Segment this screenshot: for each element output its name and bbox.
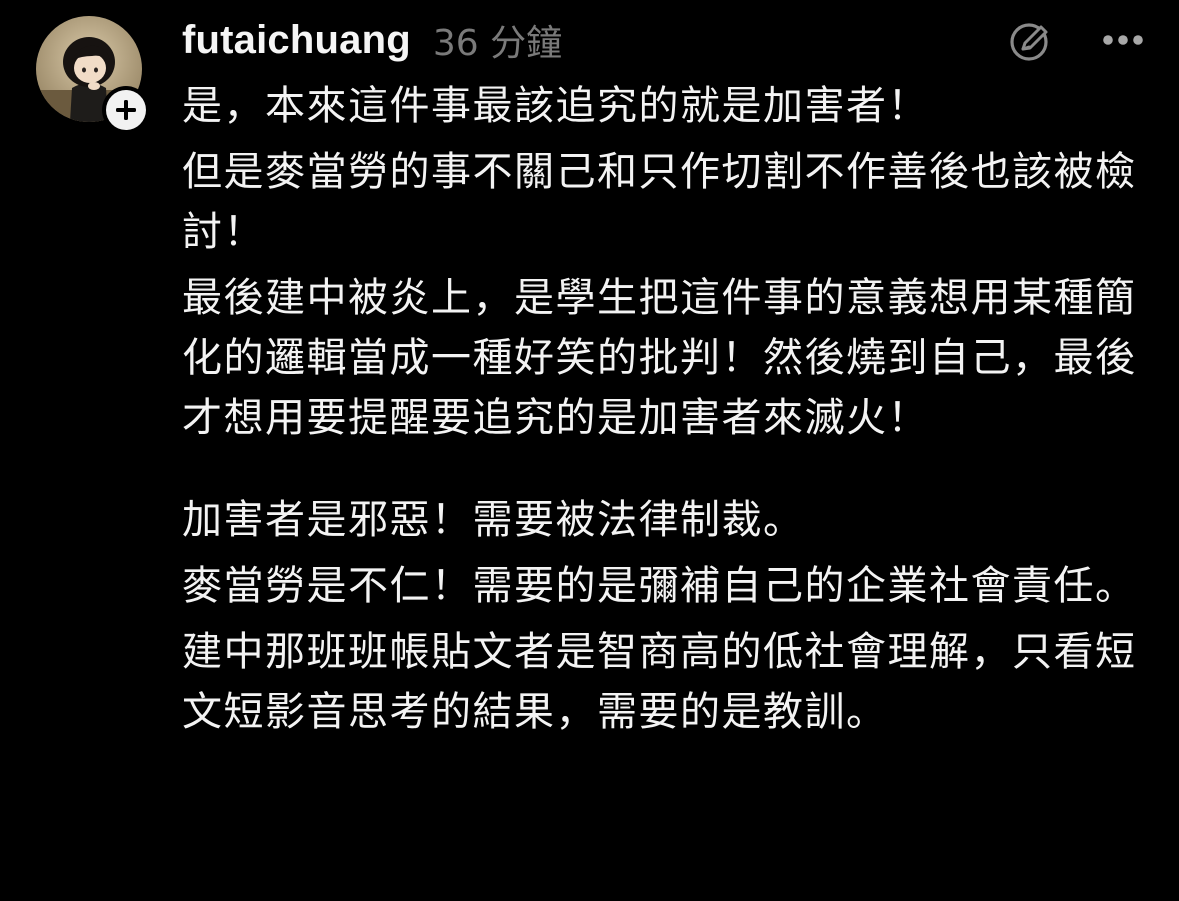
plus-icon bbox=[106, 90, 146, 130]
follow-button[interactable] bbox=[102, 86, 150, 134]
post-paragraph: 是，本來這件事最該追究的就是加害者！ bbox=[182, 83, 929, 129]
post-paragraph: 建中那班班帳貼文者是智商高的低社會理解，只看短文短影音思考的結果，需要的是教訓。 bbox=[182, 629, 1137, 735]
username-link[interactable]: futaichuang bbox=[182, 18, 411, 63]
post-paragraph: 但是麥當勞的事不關己和只作切割不作善後也該被檢討！ bbox=[182, 149, 1137, 255]
post-paragraph: 麥當勞是不仁！需要的是彌補自己的企業社會責任。 bbox=[182, 563, 1137, 609]
post-paragraph: 最後建中被炎上，是學生把這件事的意義想用某種簡化的邏輯當成一種好笑的批判！然後燒… bbox=[182, 275, 1137, 441]
edit-circle-icon[interactable] bbox=[1007, 16, 1055, 64]
post-timestamp: 36 分鐘 bbox=[432, 23, 563, 64]
post-body: 是，本來這件事最該追究的就是加害者！ 但是麥當勞的事不關己和只作切割不作善後也該… bbox=[182, 76, 1142, 742]
more-dots-icon[interactable] bbox=[1101, 33, 1145, 47]
post-actions bbox=[1007, 16, 1145, 64]
post-paragraph: 加害者是邪惡！需要被法律制裁。 bbox=[182, 497, 805, 543]
avatar-container[interactable] bbox=[36, 16, 150, 134]
post-header: futaichuang 36 分鐘 bbox=[182, 12, 562, 68]
